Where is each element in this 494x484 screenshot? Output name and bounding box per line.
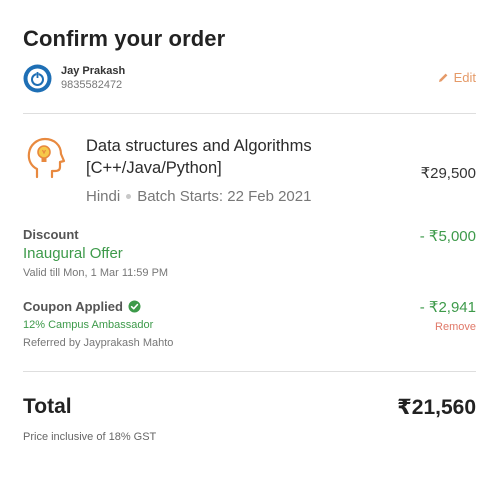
remove-coupon-button[interactable]: Remove xyxy=(435,321,476,333)
referred-by: Referred by Jayprakash Mahto xyxy=(23,337,174,349)
pencil-icon xyxy=(438,73,447,82)
course-price: ₹29,500 xyxy=(420,165,476,182)
discount-amount: - ₹5,000 xyxy=(419,228,476,245)
power-avatar-icon xyxy=(23,64,52,93)
course-icon xyxy=(23,136,67,180)
check-circle-icon xyxy=(128,300,141,313)
coupon-label: Coupon Applied xyxy=(23,299,141,314)
coupon-label-text: Coupon Applied xyxy=(23,299,123,314)
total-label: Total xyxy=(23,395,72,418)
course-title: Data structures and Algorithms [C++/Java… xyxy=(86,137,312,177)
edit-button[interactable]: Edit xyxy=(438,70,476,85)
gst-note: Price inclusive of 18% GST xyxy=(23,431,157,443)
head-bulb-icon xyxy=(27,137,66,179)
course-language: Hindi xyxy=(86,188,121,205)
course-batch: Batch Starts: 22 Feb 2021 xyxy=(137,188,312,205)
separator-dot xyxy=(126,194,132,199)
valid-till: Valid till Mon, 1 Mar 11:59 PM xyxy=(23,267,169,279)
user-phone: 9835582472 xyxy=(61,79,123,91)
divider xyxy=(23,113,476,114)
coupon-amount: - ₹2,941 xyxy=(419,299,476,316)
edit-label: Edit xyxy=(453,70,476,85)
divider xyxy=(23,371,476,372)
user-name: Jay Prakash xyxy=(61,65,126,77)
page-title: Confirm your order xyxy=(23,26,226,51)
avatar xyxy=(23,64,52,93)
discount-label: Discount xyxy=(23,227,79,242)
coupon-name: 12% Campus Ambassador xyxy=(23,319,154,331)
course-meta: Hindi Batch Starts: 22 Feb 2021 xyxy=(86,188,311,205)
offer-name: Inaugural Offer xyxy=(23,245,123,262)
total-amount: ₹21,560 xyxy=(397,396,476,419)
